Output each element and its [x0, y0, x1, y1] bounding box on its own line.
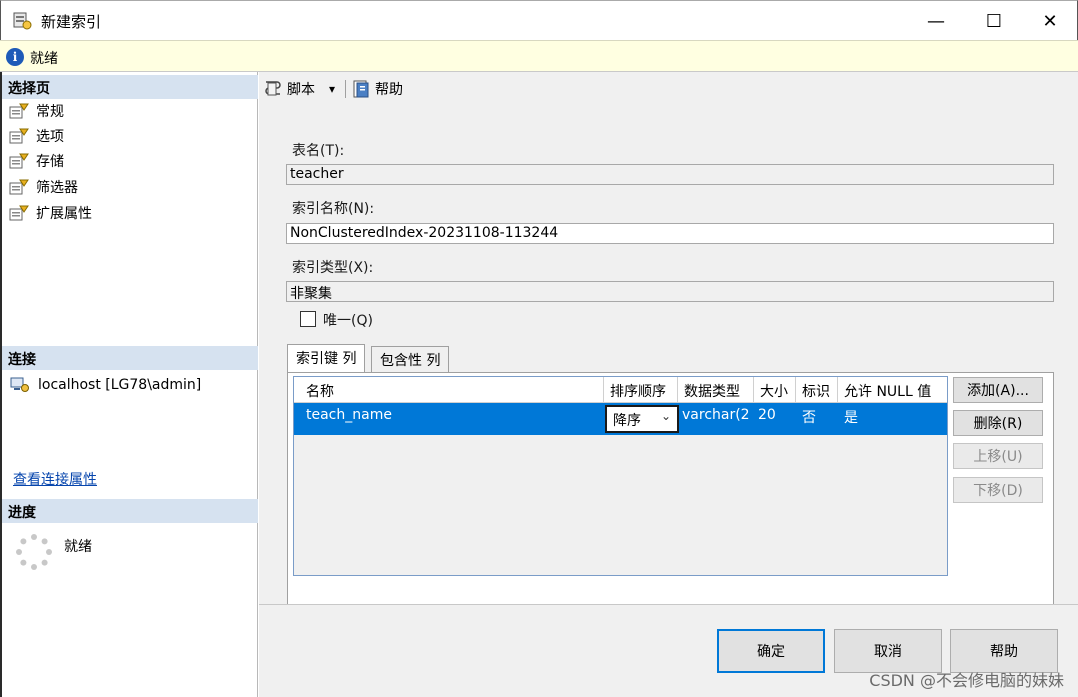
- index-columns-grid: 名称 排序顺序 数据类型 大小 标识 允许 NULL 值 teach_name …: [293, 376, 948, 576]
- help-toolbar-button[interactable]: 帮助: [351, 78, 403, 100]
- table-name-label: 表名(T):: [292, 143, 345, 159]
- toolbar-divider: [345, 80, 346, 98]
- page-item-general[interactable]: 常规: [8, 99, 64, 123]
- page-item-label: 扩展属性: [36, 206, 92, 222]
- page-item-label: 筛选器: [36, 180, 78, 196]
- cell-data-type: varchar(2: [682, 407, 750, 423]
- help-icon: [351, 79, 371, 99]
- unique-checkbox[interactable]: [300, 311, 316, 327]
- cell-allow-null: 是: [844, 410, 858, 426]
- progress-spinner-icon: [14, 532, 54, 572]
- info-icon: i: [6, 48, 24, 66]
- window-title: 新建索引: [41, 13, 102, 31]
- remove-column-button[interactable]: 删除(R): [953, 410, 1043, 436]
- index-name-label: 索引名称(N):: [292, 201, 375, 217]
- sort-order-select[interactable]: 降序 ⌄: [605, 405, 679, 433]
- table-name-field: teacher: [286, 164, 1054, 185]
- select-page-header: 选择页: [2, 75, 258, 99]
- ok-button[interactable]: 确定: [717, 629, 825, 673]
- tab-included-columns[interactable]: 包含性 列: [371, 346, 450, 372]
- index-type-field: 非聚集: [286, 281, 1054, 302]
- page-icon: [8, 152, 30, 170]
- left-panel: 选择页 常规 选项 存储 筛选器 扩展属性 连接 localhost [LG78…: [0, 72, 258, 697]
- cell-name: teach_name: [306, 407, 392, 423]
- move-up-button[interactable]: 上移(U): [953, 443, 1043, 469]
- watermark-text: CSDN @不会修电脑的妹妹: [869, 671, 1064, 690]
- view-connection-properties-link[interactable]: 查看连接属性: [13, 469, 97, 489]
- move-down-button[interactable]: 下移(D): [953, 477, 1043, 503]
- cell-size: 20: [758, 407, 776, 423]
- dialog-footer: 确定 取消 帮助 CSDN @不会修电脑的妹妹: [259, 604, 1078, 697]
- column-header-size[interactable]: 大小: [754, 377, 796, 403]
- script-icon: [263, 79, 283, 99]
- page-item-extended-properties[interactable]: 扩展属性: [8, 201, 92, 225]
- column-header-data-type[interactable]: 数据类型: [678, 377, 754, 403]
- connection-server: localhost [LG78\admin]: [38, 377, 202, 393]
- script-label: 脚本: [287, 82, 315, 98]
- help-label: 帮助: [375, 82, 403, 98]
- page-item-label: 选项: [36, 129, 64, 145]
- index-name-input[interactable]: NonClusteredIndex-20231108-113244: [286, 223, 1054, 244]
- page-icon: [8, 204, 30, 222]
- cell-identity: 否: [802, 410, 816, 426]
- column-header-allow-null[interactable]: 允许 NULL 值: [838, 377, 947, 403]
- new-index-app-icon: [13, 11, 33, 31]
- script-dropdown-chevron-icon[interactable]: ▾: [329, 78, 335, 100]
- sort-order-value: 降序: [613, 413, 641, 429]
- unique-label: 唯一(Q): [323, 313, 373, 329]
- progress-header: 进度: [2, 499, 258, 523]
- add-column-button[interactable]: 添加(A)...: [953, 377, 1043, 403]
- page-icon: [8, 127, 30, 145]
- column-header-name[interactable]: 名称: [294, 377, 604, 403]
- page-item-storage[interactable]: 存储: [8, 149, 64, 173]
- connection-info: localhost [LG78\admin]: [10, 376, 201, 394]
- page-item-options[interactable]: 选项: [8, 124, 64, 148]
- column-header-identity[interactable]: 标识: [796, 377, 838, 403]
- title-bar: 新建索引 — ☐ ✕: [0, 0, 1078, 40]
- connection-header: 连接: [2, 346, 258, 370]
- minimize-button[interactable]: —: [907, 1, 965, 41]
- script-button[interactable]: 脚本: [263, 78, 315, 100]
- maximize-button[interactable]: ☐: [965, 1, 1023, 41]
- page-item-label: 存储: [36, 154, 64, 170]
- progress-status: 就绪: [64, 539, 92, 555]
- table-row[interactable]: teach_name 降序 ⌄ varchar(2 20 否 是: [294, 403, 947, 435]
- main-panel: 脚本 ▾ 帮助 表名(T): teacher 索引名称(N): NonClust…: [259, 72, 1078, 652]
- page-icon: [8, 178, 30, 196]
- column-header-sort-order[interactable]: 排序顺序: [604, 377, 678, 403]
- status-text: 就绪: [30, 51, 58, 67]
- chevron-down-icon: ⌄: [660, 409, 671, 423]
- server-icon: [10, 376, 30, 394]
- page-item-filter[interactable]: 筛选器: [8, 175, 78, 199]
- toolbar: 脚本 ▾ 帮助: [259, 72, 1078, 106]
- close-button[interactable]: ✕: [1021, 1, 1078, 41]
- page-icon: [8, 102, 30, 120]
- page-item-label: 常规: [36, 104, 64, 120]
- status-bar: i 就绪: [0, 40, 1078, 72]
- index-type-label: 索引类型(X):: [292, 260, 374, 276]
- tab-index-key-columns[interactable]: 索引键 列: [287, 344, 366, 372]
